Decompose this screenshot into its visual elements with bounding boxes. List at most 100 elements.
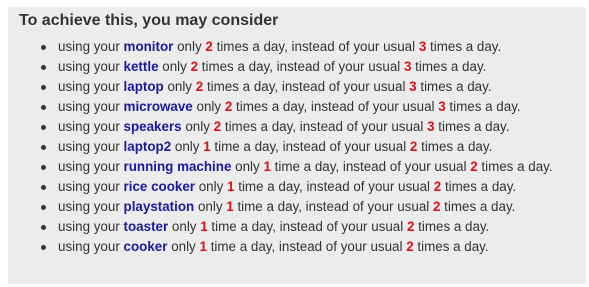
- new-times-value: 1: [200, 219, 208, 234]
- suffix-text: times a day.: [420, 79, 492, 94]
- bullet-icon: [41, 45, 46, 50]
- usual-times-value: 3: [409, 79, 417, 94]
- only-text: only: [167, 79, 193, 94]
- device-name: playstation: [123, 199, 195, 214]
- usual-times-value: 2: [470, 159, 478, 174]
- panel-title: To achieve this, you may consider: [19, 12, 279, 29]
- prefix-text: using your: [58, 59, 120, 74]
- list-item: using your playstation only 1 time a day…: [41, 197, 586, 217]
- list-item: using your cooker only 1 time a day, ins…: [41, 237, 586, 257]
- device-name: microwave: [123, 99, 193, 114]
- list-item: using your running machine only 1 time a…: [41, 157, 586, 177]
- bullet-icon: [41, 125, 46, 130]
- suffix-text: times a day.: [430, 39, 502, 54]
- only-text: only: [171, 239, 196, 254]
- new-times-value: 1: [226, 199, 234, 214]
- new-times-value: 1: [227, 179, 235, 194]
- new-times-value: 2: [224, 99, 233, 114]
- usual-times-value: 2: [432, 199, 441, 214]
- new-times-value: 2: [190, 59, 199, 74]
- prefix-text: using your: [58, 219, 120, 234]
- prefix-text: using your: [58, 239, 120, 254]
- usual-times-value: 2: [406, 219, 415, 234]
- instead-text: times a day, instead of your usual: [206, 79, 406, 94]
- bullet-icon: [41, 165, 46, 170]
- suffix-text: times a day.: [417, 239, 489, 254]
- usual-times-value: 2: [409, 139, 418, 154]
- list-item: using your kettle only 2 times a day, in…: [41, 57, 586, 77]
- new-times-value: 1: [263, 159, 271, 174]
- instead-text: time a day, instead of your usual: [210, 239, 403, 254]
- device-name: speakers: [123, 119, 182, 134]
- usual-times-value: 2: [433, 179, 442, 194]
- suffix-text: times a day.: [444, 199, 516, 214]
- suffix-text: times a day.: [444, 179, 517, 194]
- only-text: only: [196, 99, 222, 114]
- usual-times-value: 3: [403, 59, 412, 74]
- bullet-icon: [41, 85, 46, 90]
- suffix-text: times a day.: [415, 59, 487, 74]
- prefix-text: using your: [58, 79, 120, 94]
- new-times-value: 2: [195, 79, 204, 94]
- usual-times-value: 3: [427, 119, 435, 134]
- list-item: using your monitor only 2 times a day, i…: [41, 37, 586, 57]
- list-item: using your toaster only 1 time a day, in…: [41, 217, 586, 237]
- prefix-text: using your: [58, 159, 120, 174]
- only-text: only: [177, 39, 202, 54]
- instead-text: times a day, instead of your usual: [216, 39, 416, 54]
- instead-text: times a day, instead of your usual: [224, 119, 424, 134]
- only-text: only: [171, 219, 197, 234]
- device-name: toaster: [123, 219, 169, 234]
- suffix-text: times a day.: [449, 99, 521, 114]
- bullet-icon: [41, 105, 46, 110]
- only-text: only: [197, 199, 223, 214]
- device-name: laptop2: [123, 139, 172, 154]
- list-item: using your laptop2 only 1 time a day, in…: [41, 137, 586, 157]
- list-item: using your speakers only 2 times a day, …: [41, 117, 586, 137]
- suffix-text: times a day.: [481, 159, 553, 174]
- new-times-value: 2: [213, 119, 222, 134]
- only-text: only: [185, 119, 210, 134]
- device-name: rice cooker: [123, 179, 195, 194]
- usual-times-value: 3: [438, 99, 446, 114]
- device-name: running machine: [123, 159, 232, 174]
- prefix-text: using your: [58, 179, 120, 194]
- usual-times-value: 2: [406, 239, 414, 254]
- device-name: cooker: [123, 239, 168, 254]
- suffix-text: times a day.: [421, 139, 493, 154]
- prefix-text: using your: [58, 199, 120, 214]
- prefix-text: using your: [58, 39, 120, 54]
- prefix-text: using your: [58, 99, 120, 114]
- new-times-value: 2: [205, 39, 213, 54]
- suffix-text: times a day.: [418, 219, 490, 234]
- instead-text: times a day, instead of your usual: [236, 99, 435, 114]
- device-name: monitor: [123, 39, 174, 54]
- bullet-icon: [41, 145, 46, 150]
- instead-text: time a day, instead of your usual: [211, 219, 404, 234]
- instead-text: time a day, instead of your usual: [238, 179, 431, 194]
- device-name: laptop: [123, 79, 164, 94]
- usual-times-value: 3: [418, 39, 427, 54]
- new-times-value: 1: [203, 139, 211, 154]
- instead-text: time a day, instead of your usual: [274, 159, 467, 174]
- bullet-icon: [41, 245, 46, 250]
- only-text: only: [235, 159, 260, 174]
- list-item: using your laptop only 2 times a day, in…: [41, 77, 586, 97]
- instead-text: times a day, instead of your usual: [201, 59, 401, 74]
- list-item: using your rice cooker only 1 time a day…: [41, 177, 586, 197]
- instead-text: time a day, instead of your usual: [214, 139, 407, 154]
- suggestions-panel: To achieve this, you may consider using …: [8, 7, 586, 284]
- instead-text: time a day, instead of your usual: [237, 199, 430, 214]
- list-item: using your microwave only 2 times a day,…: [41, 97, 586, 117]
- only-text: only: [174, 139, 200, 154]
- bullet-icon: [41, 185, 46, 190]
- suggestion-list: using your monitor only 2 times a day, i…: [19, 37, 586, 257]
- bullet-icon: [41, 205, 46, 210]
- only-text: only: [162, 59, 187, 74]
- device-name: kettle: [123, 59, 159, 74]
- new-times-value: 1: [199, 239, 207, 254]
- only-text: only: [198, 179, 224, 194]
- suffix-text: times a day.: [438, 119, 510, 134]
- prefix-text: using your: [58, 119, 120, 134]
- bullet-icon: [41, 65, 46, 70]
